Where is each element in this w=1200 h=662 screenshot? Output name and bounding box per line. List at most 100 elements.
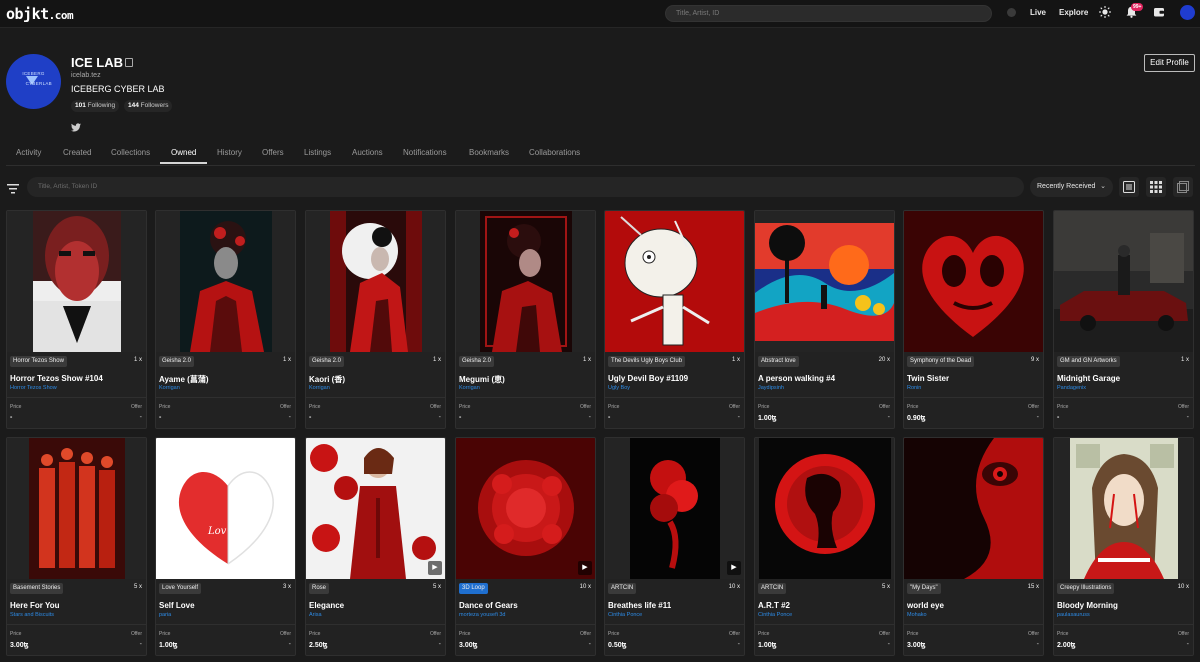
token-title[interactable]: Elegance [309, 601, 344, 610]
large-grid-view-button[interactable] [1173, 177, 1193, 197]
tab-offers[interactable]: Offers [262, 148, 284, 157]
token-thumbnail[interactable] [904, 211, 1043, 352]
tab-created[interactable]: Created [63, 148, 91, 157]
copy-address-icon[interactable] [125, 58, 133, 67]
token-artist[interactable]: Stars and Biscuits [10, 612, 54, 618]
collection-tag[interactable]: 3D Loop [459, 583, 488, 594]
token-card[interactable]: ▶ Rose 5 x Elegance Arisa Price Offer 2.… [305, 437, 446, 656]
token-thumbnail[interactable] [7, 438, 146, 579]
token-title[interactable]: Breathes life #11 [608, 601, 671, 610]
token-card[interactable]: Geisha 2.0 1 x Ayame (菖蒲) Korrigan Price… [155, 210, 296, 429]
token-card[interactable]: Abstract love 20 x A person walking #4 J… [754, 210, 895, 429]
token-artist[interactable]: Korrigan [309, 385, 330, 391]
tab-bookmarks[interactable]: Bookmarks [469, 148, 509, 157]
token-title[interactable]: Megumi (恵) [459, 374, 505, 385]
collection-tag[interactable]: Geisha 2.0 [159, 356, 195, 367]
token-artist[interactable]: Cinthia Ponce [608, 612, 642, 618]
token-artist[interactable]: Horror Tezos Show [10, 385, 57, 391]
filter-icon[interactable] [7, 181, 19, 194]
token-card[interactable]: Lov Love Yourself 3 x Self Love paria Pr… [155, 437, 296, 656]
token-artist[interactable]: paria [159, 612, 171, 618]
tab-collections[interactable]: Collections [111, 148, 150, 157]
token-card[interactable]: Geisha 2.0 1 x Kaori (香) Korrigan Price … [305, 210, 446, 429]
token-title[interactable]: Twin Sister [907, 374, 949, 383]
token-thumbnail[interactable] [755, 438, 894, 579]
token-title[interactable]: world eye [907, 601, 944, 610]
token-title[interactable]: Horror Tezos Show #104 [10, 374, 103, 383]
wallet-icon[interactable] [1152, 6, 1166, 20]
collection-tag[interactable]: Symphony of the Dead [907, 356, 975, 367]
token-artist[interactable]: Cinthia Ponce [758, 612, 792, 618]
token-card[interactable]: ▶ 3D Loop 10 x Dance of Gears morteza yo… [455, 437, 596, 656]
token-title[interactable]: A.R.T #2 [758, 601, 790, 610]
nav-explore[interactable]: Explore [1059, 8, 1088, 17]
following-count[interactable]: 101 Following [71, 100, 120, 112]
followers-count[interactable]: 144 Followers [124, 100, 173, 112]
tab-activity[interactable]: Activity [16, 148, 41, 157]
token-thumbnail[interactable] [1054, 438, 1193, 579]
token-artist[interactable]: Ugly Boy [608, 385, 630, 391]
collection-tag[interactable]: Love Yourself [159, 583, 202, 594]
token-title[interactable]: Here For You [10, 601, 60, 610]
sort-select[interactable]: Recently Received ⌄ [1030, 177, 1113, 197]
token-thumbnail[interactable] [1054, 211, 1193, 352]
token-thumbnail[interactable] [904, 438, 1043, 579]
nav-live[interactable]: Live [1030, 8, 1046, 17]
token-thumbnail[interactable]: ▶ [306, 438, 445, 579]
token-card[interactable]: Basement Stories 5 x Here For You Stars … [6, 437, 147, 656]
token-card[interactable]: Geisha 2.0 1 x Megumi (恵) Korrigan Price… [455, 210, 596, 429]
token-card[interactable]: "My Days" 15 x world eye Mohako Price Of… [903, 437, 1044, 656]
collection-tag[interactable]: GM and GN Artworks [1057, 356, 1120, 367]
token-artist[interactable]: Jaydipsinh [758, 385, 784, 391]
collection-tag[interactable]: Geisha 2.0 [309, 356, 345, 367]
twitter-icon[interactable] [71, 119, 81, 132]
token-title[interactable]: Ayame (菖蒲) [159, 374, 209, 385]
collection-tag[interactable]: ARTCIN [758, 583, 787, 594]
tab-listings[interactable]: Listings [304, 148, 331, 157]
profile-domain[interactable]: icelab.tez [71, 72, 101, 79]
collection-tag[interactable]: "My Days" [907, 583, 941, 594]
token-card[interactable]: Horror Tezos Show 1 x Horror Tezos Show … [6, 210, 147, 429]
collection-tag[interactable]: The Devils Ugly Boys Club [608, 356, 686, 367]
token-thumbnail[interactable]: ▶ [605, 438, 744, 579]
token-card[interactable]: ▶ ARTCIN 10 x Breathes life #11 Cinthia … [604, 437, 745, 656]
tab-owned[interactable]: Owned [171, 148, 196, 157]
collection-tag[interactable]: Horror Tezos Show [10, 356, 67, 367]
global-search-input[interactable]: Title, Artist, ID [665, 5, 992, 22]
token-card[interactable]: Symphony of the Dead 9 x Twin Sister Ron… [903, 210, 1044, 429]
token-thumbnail[interactable] [306, 211, 445, 352]
collection-tag[interactable]: Basement Stories [10, 583, 64, 594]
token-search-input[interactable]: Title, Artist, Token ID [27, 177, 1024, 197]
token-title[interactable]: Midnight Garage [1057, 374, 1120, 383]
play-video-icon[interactable]: ▶ [727, 561, 741, 575]
token-title[interactable]: A person walking #4 [758, 374, 835, 383]
tab-collaborations[interactable]: Collaborations [529, 148, 580, 157]
token-card[interactable]: ARTCIN 5 x A.R.T #2 Cinthia Ponce Price … [754, 437, 895, 656]
token-artist[interactable]: Ronin [907, 385, 921, 391]
token-title[interactable]: Ugly Devil Boy #1109 [608, 374, 688, 383]
edit-profile-button[interactable]: Edit Profile [1144, 54, 1195, 72]
token-thumbnail[interactable] [605, 211, 744, 352]
token-artist[interactable]: morteza yousefi 3d [459, 612, 505, 618]
token-card[interactable]: Creepy Illustrations 10 x Bloody Morning… [1053, 437, 1194, 656]
token-thumbnail[interactable]: Lov [156, 438, 295, 579]
token-title[interactable]: Self Love [159, 601, 195, 610]
theme-toggle-icon[interactable] [1098, 6, 1112, 20]
collection-tag[interactable]: Rose [309, 583, 330, 594]
list-view-button[interactable] [1119, 177, 1139, 197]
token-artist[interactable]: paulasauruss [1057, 612, 1090, 618]
token-title[interactable]: Kaori (香) [309, 374, 345, 385]
token-card[interactable]: GM and GN Artworks 1 x Midnight Garage P… [1053, 210, 1194, 429]
token-artist[interactable]: Arisa [309, 612, 322, 618]
objkt-logo[interactable]: objkt.com [6, 5, 74, 23]
user-avatar[interactable] [1180, 5, 1195, 20]
token-title[interactable]: Bloody Morning [1057, 601, 1118, 610]
token-thumbnail[interactable] [456, 211, 595, 352]
token-artist[interactable]: Mohako [907, 612, 927, 618]
collection-tag[interactable]: Abstract love [758, 356, 799, 367]
tab-auctions[interactable]: Auctions [352, 148, 383, 157]
tab-history[interactable]: History [217, 148, 242, 157]
collection-tag[interactable]: Geisha 2.0 [459, 356, 495, 367]
collection-tag[interactable]: Creepy Illustrations [1057, 583, 1115, 594]
play-video-icon[interactable]: ▶ [428, 561, 442, 575]
